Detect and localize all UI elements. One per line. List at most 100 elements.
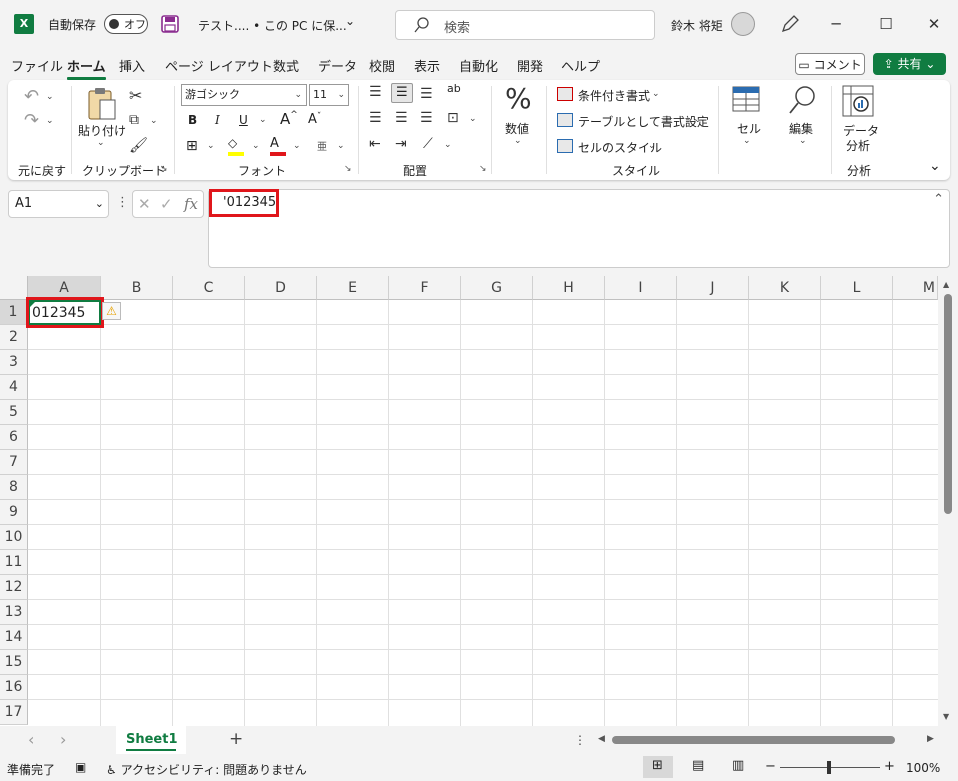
normal-view-button[interactable]: ⊞ — [643, 756, 673, 778]
chevron-down-icon[interactable]: ⌄ — [652, 89, 660, 99]
analyze-data-label-2[interactable]: 分析 — [846, 137, 870, 154]
search-box[interactable]: 検索 — [395, 10, 655, 40]
find-icon[interactable] — [788, 85, 816, 115]
chevron-down-icon[interactable]: ⌄ — [293, 141, 301, 151]
fill-color-button[interactable]: ◇ — [228, 136, 246, 156]
add-sheet-button[interactable]: + — [229, 729, 243, 749]
maximize-button[interactable]: ☐ — [872, 12, 900, 36]
vertical-scrollbar[interactable]: ▲ ▼ — [938, 276, 958, 726]
zoom-out-button[interactable]: − — [765, 759, 776, 774]
tab-insert[interactable]: 挿入 — [119, 56, 145, 76]
column-header-c[interactable]: C — [173, 276, 245, 300]
collapse-ribbon-icon[interactable]: ⌄ — [929, 158, 941, 174]
tab-automate[interactable]: 自動化 — [459, 56, 498, 76]
zoom-slider-thumb[interactable] — [827, 761, 831, 774]
row-header-4[interactable]: 4 — [0, 375, 28, 400]
row-header-6[interactable]: 6 — [0, 425, 28, 450]
format-painter-icon[interactable]: 🖌 — [129, 136, 148, 154]
row-header-8[interactable]: 8 — [0, 475, 28, 500]
increase-indent-icon[interactable]: ⇥ — [395, 136, 407, 152]
copy-icon[interactable]: ⧉ — [129, 112, 139, 128]
row-header-5[interactable]: 5 — [0, 400, 28, 425]
align-center-icon[interactable]: ☰ — [395, 110, 408, 126]
accessibility-status[interactable]: ♿ アクセシビリティ: 問題ありません — [106, 761, 307, 778]
column-header-m[interactable]: M — [893, 276, 938, 300]
more-options-icon[interactable]: ⋮ — [116, 195, 129, 210]
row-header-15[interactable]: 15 — [0, 650, 28, 675]
grow-font-button[interactable]: A^ — [280, 110, 298, 128]
percent-icon[interactable]: % — [505, 82, 532, 115]
zoom-level[interactable]: 100% — [906, 761, 940, 775]
chevron-down-icon[interactable]: ⌄ — [46, 92, 54, 102]
chevron-down-icon[interactable]: ⌄ — [345, 14, 355, 28]
tab-review[interactable]: 校閲 — [369, 56, 395, 76]
macro-record-icon[interactable]: ▣ — [75, 760, 86, 774]
tab-data[interactable]: データ — [318, 56, 357, 76]
italic-button[interactable]: I — [215, 113, 220, 127]
undo-icon[interactable]: ↶ — [24, 86, 39, 107]
prev-sheet-icon[interactable]: ‹ — [28, 730, 34, 749]
select-all-corner[interactable] — [0, 276, 28, 300]
formula-input[interactable]: '012345 ⌃ — [208, 189, 950, 268]
next-sheet-icon[interactable]: › — [60, 730, 66, 749]
horizontal-scroll-thumb[interactable] — [612, 736, 895, 744]
font-color-button[interactable]: A — [270, 136, 288, 156]
save-icon[interactable] — [161, 15, 179, 33]
column-header-j[interactable]: J — [677, 276, 749, 300]
page-break-view-icon[interactable]: ▥ — [732, 758, 744, 773]
document-title[interactable]: テスト.... • この PC に保... — [198, 17, 347, 34]
dialog-launcher-icon[interactable]: ↘ — [344, 164, 352, 174]
comment-button[interactable]: ▭ コメント — [795, 53, 865, 75]
more-sheets-icon[interactable]: ⋮ — [574, 733, 586, 747]
number-format-button[interactable]: 数値 — [505, 120, 529, 137]
scroll-down-icon[interactable]: ▼ — [943, 712, 949, 721]
row-header-9[interactable]: 9 — [0, 500, 28, 525]
border-icon[interactable]: ⊞ — [186, 138, 198, 154]
paste-icon[interactable] — [86, 86, 118, 122]
tab-developer[interactable]: 開発 — [517, 56, 543, 76]
scroll-thumb[interactable] — [944, 294, 952, 514]
share-button[interactable]: ⇪ 共有 ⌄ — [873, 53, 946, 75]
dialog-launcher-icon[interactable]: ↘ — [479, 164, 487, 174]
row-header-10[interactable]: 10 — [0, 525, 28, 550]
column-header-k[interactable]: K — [749, 276, 821, 300]
scroll-up-icon[interactable]: ▲ — [943, 280, 949, 289]
chevron-down-icon[interactable]: ⌄ — [444, 140, 452, 150]
font-name-select[interactable]: 游ゴシック ⌄ — [181, 84, 307, 106]
phonetic-button[interactable]: 亜 — [317, 138, 327, 153]
enter-icon[interactable]: ✓ — [160, 195, 173, 213]
row-header-14[interactable]: 14 — [0, 625, 28, 650]
wrap-text-button[interactable]: ab — [447, 82, 461, 95]
insert-function-button[interactable]: fx — [184, 195, 198, 213]
scroll-right-icon[interactable]: ▶ — [927, 734, 934, 744]
row-header-12[interactable]: 12 — [0, 575, 28, 600]
analyze-data-icon[interactable] — [842, 85, 874, 117]
underline-button[interactable]: U — [239, 113, 248, 127]
page-layout-view-icon[interactable]: ▤ — [692, 758, 704, 773]
align-top-icon[interactable]: ☰ — [369, 84, 382, 100]
cells-icon[interactable] — [732, 86, 760, 112]
cells-button[interactable]: セル — [737, 120, 761, 137]
chevron-down-icon[interactable]: ⌄ — [648, 141, 656, 151]
align-left-icon[interactable]: ☰ — [369, 110, 382, 126]
row-header-16[interactable]: 16 — [0, 675, 28, 700]
scroll-left-icon[interactable]: ◀ — [598, 734, 605, 744]
minimize-button[interactable]: ─ — [822, 12, 850, 36]
row-header-1[interactable]: 1 — [0, 300, 28, 325]
chevron-down-icon[interactable]: ⌄ — [97, 138, 105, 148]
column-header-b[interactable]: B — [101, 276, 173, 300]
dialog-launcher-icon[interactable]: ↘ — [160, 164, 168, 174]
zoom-in-button[interactable]: + — [884, 759, 895, 774]
pen-icon[interactable] — [780, 14, 800, 34]
conditional-format-button[interactable]: 条件付き書式 — [578, 87, 650, 104]
orientation-icon[interactable]: ⟋ — [423, 136, 433, 152]
chevron-up-icon[interactable]: ⌃ — [933, 192, 944, 207]
chevron-down-icon[interactable]: ⌄ — [207, 141, 215, 151]
tab-file[interactable]: ファイル — [11, 56, 63, 76]
chevron-down-icon[interactable]: ⌄ — [514, 136, 522, 146]
column-header-g[interactable]: G — [461, 276, 533, 300]
tab-home[interactable]: ホーム — [67, 56, 106, 80]
column-header-e[interactable]: E — [317, 276, 389, 300]
name-box[interactable]: A1 ⌄ — [8, 190, 109, 218]
spreadsheet-grid[interactable]: A B C D E F G H I J K L M 1 2 3 4 5 6 7 … — [0, 276, 958, 726]
